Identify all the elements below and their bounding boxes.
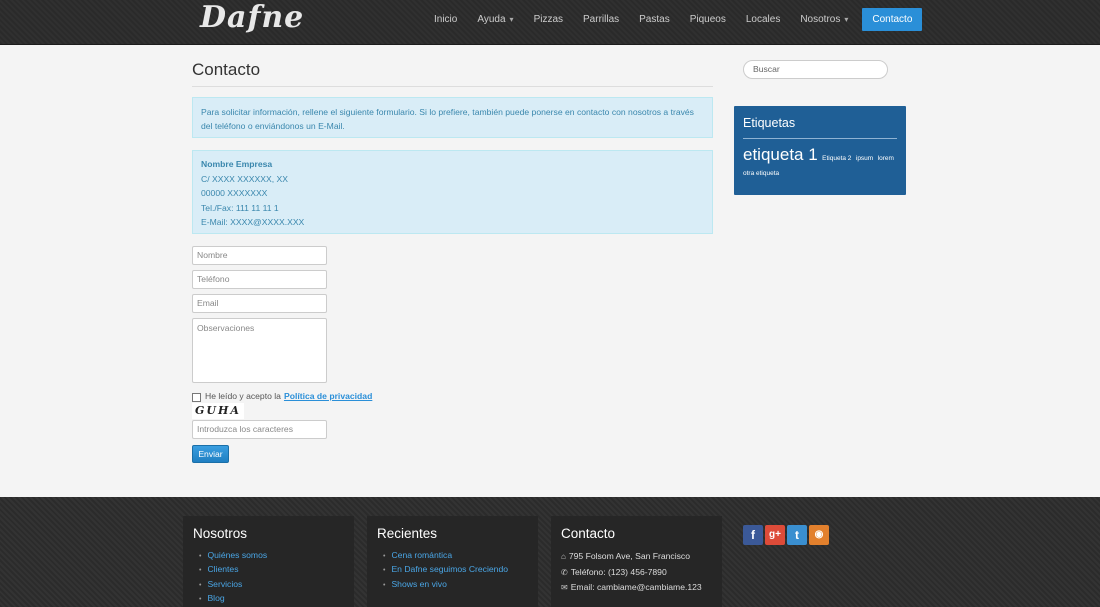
phone-icon: ✆ [561,567,568,577]
tag-cloud: etiqueta 1 Etiqueta 2 ipsum lorem otra e… [743,145,897,179]
nav-item-nosotros[interactable]: Nosotros ▾ [790,8,858,31]
nav-label: Locales [745,14,781,25]
title-divider [192,86,713,87]
page-title: Contacto [192,60,261,79]
footer-email: ✉ Email: cambiame@cambiame.123 [561,580,712,596]
facebook-icon[interactable]: f [743,525,763,545]
observations-textarea[interactable]: Observaciones [192,318,327,383]
rss-icon[interactable]: ◉ [809,525,829,545]
footer-phone-text: Teléfono: (123) 456-7890 [570,566,667,577]
phone-input[interactable]: Teléfono [192,270,327,289]
footer-col-title: Nosotros [193,526,248,541]
nav-label: Inicio [434,14,458,25]
nav-item-pastas[interactable]: Pastas [629,8,680,31]
nav-item-pizzas[interactable]: Pizzas [524,8,573,31]
footer-link[interactable]: Clientes [207,564,238,574]
footer-phone: ✆ Teléfono: (123) 456-7890 [561,565,712,581]
footer-link-list: Cena romántica En Dafne seguimos Crecien… [377,549,528,592]
captcha-input[interactable]: Introduzca los caracteres [192,420,327,439]
list-item: Shows en vivo [383,578,528,592]
footer-col-contacto: Contacto ⌂ 795 Folsom Ave, San Francisco … [551,516,722,607]
nav-item-locales[interactable]: Locales [736,8,790,31]
email-input[interactable]: Email [192,294,327,313]
captcha-image: GUHA [192,403,244,419]
twitter-icon[interactable]: t [787,525,807,545]
nav-item-contacto[interactable]: Contacto [862,8,923,31]
google-plus-icon[interactable]: g+ [765,525,785,545]
nav-label: Nosotros [800,14,841,25]
search-input[interactable]: Buscar [743,60,888,79]
address-phone: Tel./Fax: 111 11 11 1 [201,202,279,213]
footer-email-text: Email: cambiame@cambiame.123 [570,582,702,593]
tag-link[interactable]: ipsum [856,155,873,162]
tags-title: Etiquetas [743,116,897,139]
footer-link[interactable]: Cena romántica [391,550,452,560]
list-item: Cena romántica [383,549,528,563]
nav-label: Contacto [872,14,913,25]
envelope-icon: ✉ [561,583,568,593]
list-item: En Dafne seguimos Creciendo [383,563,528,577]
footer-link[interactable]: Blog [207,593,224,603]
list-item: Quiénes somos [199,549,344,563]
footer-link[interactable]: Shows en vivo [391,579,446,589]
footer-col-title: Contacto [561,526,616,541]
nav-item-inicio[interactable]: Inicio [424,8,467,31]
footer-link[interactable]: Servicios [207,579,242,589]
footer-col-title: Recientes [377,526,438,541]
site-logo[interactable]: Dafne [200,0,304,35]
address-street: C/ XXXX XXXXXX, XX [201,173,288,184]
footer-link[interactable]: En Dafne seguimos Creciendo [391,564,508,574]
list-item: Servicios [199,578,344,592]
tags-widget: Etiquetas etiqueta 1 Etiqueta 2 ipsum lo… [734,106,906,195]
chevron-down-icon: ▾ [844,15,849,24]
top-navbar: Dafne Inicio Ayuda ▾ Pizzas Parrillas Pas… [0,0,1100,45]
main-nav: Inicio Ayuda ▾ Pizzas Parrillas Pastas Pi… [424,8,923,32]
nav-label: Parrillas [583,14,620,25]
privacy-consent-row: He leído y acepto la Política de privaci… [192,390,372,402]
address-email: E-Mail: XXXX@XXXX.XXX [201,217,305,228]
footer-col-recientes: Recientes Cena romántica En Dafne seguim… [367,516,538,607]
nav-label: Piqueos [689,14,726,25]
chevron-down-icon: ▾ [509,15,514,24]
home-icon: ⌂ [561,552,566,561]
nav-item-ayuda[interactable]: Ayuda ▾ [467,8,523,31]
submit-button[interactable]: Enviar [192,445,229,463]
name-input[interactable]: Nombre [192,246,327,265]
nav-label: Pastas [639,14,670,25]
footer: Nosotros Quiénes somos Clientes Servicio… [0,497,1100,607]
nav-label: Ayuda [477,14,506,25]
footer-col-nosotros: Nosotros Quiénes somos Clientes Servicio… [183,516,354,607]
tag-link[interactable]: lorem [878,155,894,162]
company-name: Nombre Empresa [201,159,273,169]
list-item: Blog [199,592,344,606]
nav-item-piqueos[interactable]: Piqueos [680,8,736,31]
footer-address: ⌂ 795 Folsom Ave, San Francisco [561,549,712,565]
company-address-box: Nombre Empresa C/ XXXX XXXXXX, XX 00000 … [192,150,713,234]
list-item: Clientes [199,563,344,577]
footer-link-list: Quiénes somos Clientes Servicios Blog [193,549,344,607]
tag-link[interactable]: Etiqueta 2 [822,155,851,162]
footer-address-text: 795 Folsom Ave, San Francisco [568,551,691,561]
nav-item-parrillas[interactable]: Parrillas [573,8,629,31]
nav-label: Pizzas [533,14,564,25]
tag-link[interactable]: etiqueta 1 [743,145,818,164]
privacy-policy-link[interactable]: Política de privacidad [284,391,372,401]
privacy-checkbox[interactable] [192,393,201,402]
tag-link[interactable]: otra etiqueta [743,170,779,177]
footer-link[interactable]: Quiénes somos [207,550,267,560]
privacy-label: He leído y acepto la [205,391,281,401]
info-alert: Para solicitar información, rellene el s… [192,97,713,138]
address-city: 00000 XXXXXXX [201,188,268,199]
